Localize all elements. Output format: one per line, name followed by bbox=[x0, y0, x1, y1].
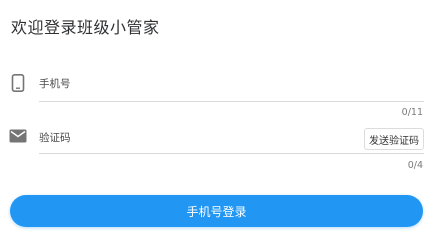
phone-row bbox=[0, 68, 433, 102]
login-page: 欢迎登录班级小管家 0/11 发送验证码 0/4 手机号登录 bbox=[0, 0, 433, 241]
code-row: 发送验证码 bbox=[0, 122, 433, 154]
code-field: 发送验证码 bbox=[39, 122, 424, 154]
smartphone-icon bbox=[9, 74, 27, 92]
send-code-button[interactable]: 发送验证码 bbox=[364, 128, 424, 150]
mail-icon bbox=[9, 127, 27, 145]
phone-login-button[interactable]: 手机号登录 bbox=[10, 195, 423, 227]
phone-field bbox=[39, 68, 424, 102]
code-char-counter: 0/4 bbox=[407, 160, 423, 171]
phone-input[interactable] bbox=[39, 76, 339, 92]
page-title: 欢迎登录班级小管家 bbox=[11, 18, 160, 37]
phone-char-counter: 0/11 bbox=[401, 107, 423, 118]
verification-code-input[interactable] bbox=[39, 130, 339, 146]
